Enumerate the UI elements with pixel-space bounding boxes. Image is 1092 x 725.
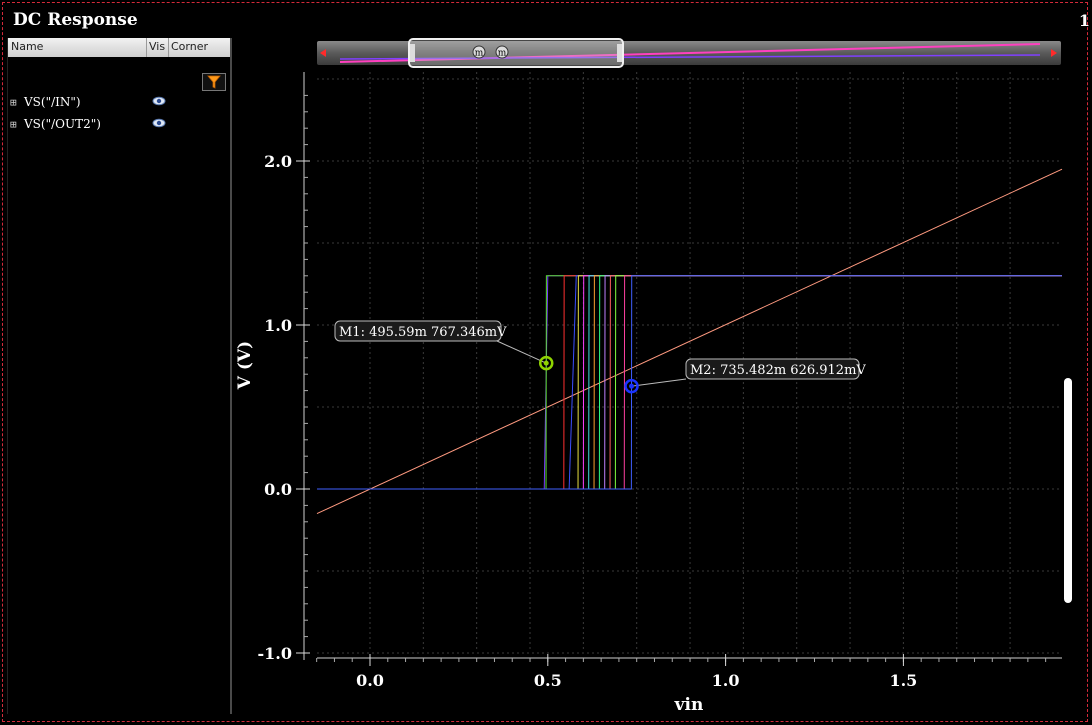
series-line: [317, 275, 1062, 490]
marker-dot: [543, 360, 549, 366]
series-line: [317, 275, 1062, 490]
y-axis-label: V (V): [235, 341, 255, 390]
dc-response-plot[interactable]: 2.0 1.0 0.0 -1.0 0.0 0.5 1.0 1.5 V (V) vin M1:…: [0, 0, 1092, 725]
series-line: [317, 275, 1062, 490]
marker-leader: [496, 340, 547, 364]
y-tick-label: 1.0: [264, 316, 292, 335]
x-tick-label: 1.0: [712, 671, 740, 690]
series-line: [317, 275, 1062, 490]
series-line: [317, 275, 1062, 490]
series-line: [317, 275, 1062, 490]
marker-dot: [629, 383, 635, 389]
x-axis-label: vin: [674, 695, 704, 715]
marker-leader: [631, 378, 687, 387]
series-line: [317, 275, 1062, 490]
series-line: [317, 275, 1062, 490]
x-axis-ticks: 0.0 0.5 1.0 1.5: [316, 654, 1047, 690]
series-line: [317, 275, 1062, 490]
marker-label: M2: 735.482m 626.912mV: [690, 363, 866, 378]
markers[interactable]: M1: 495.59m 767.346mV M2: 735.482m 626.91…: [334, 320, 866, 394]
vertical-scrollbar[interactable]: [1064, 378, 1072, 603]
series-line: [317, 275, 1062, 490]
y-axis-ticks: 2.0 1.0 0.0 -1.0: [258, 94, 310, 663]
marker-label: M1: 495.59m 767.346mV: [339, 325, 507, 340]
y-tick-label: 0.0: [264, 480, 292, 499]
series-line: [317, 275, 1062, 490]
series-line: [317, 275, 1062, 490]
y-tick-label: -1.0: [258, 644, 292, 663]
x-tick-label: 1.5: [889, 671, 917, 690]
x-tick-label: 0.0: [356, 671, 384, 690]
series-line: [317, 275, 1062, 490]
x-tick-label: 0.5: [534, 671, 562, 690]
y-tick-label: 2.0: [264, 152, 292, 171]
series-line: [317, 275, 1062, 490]
